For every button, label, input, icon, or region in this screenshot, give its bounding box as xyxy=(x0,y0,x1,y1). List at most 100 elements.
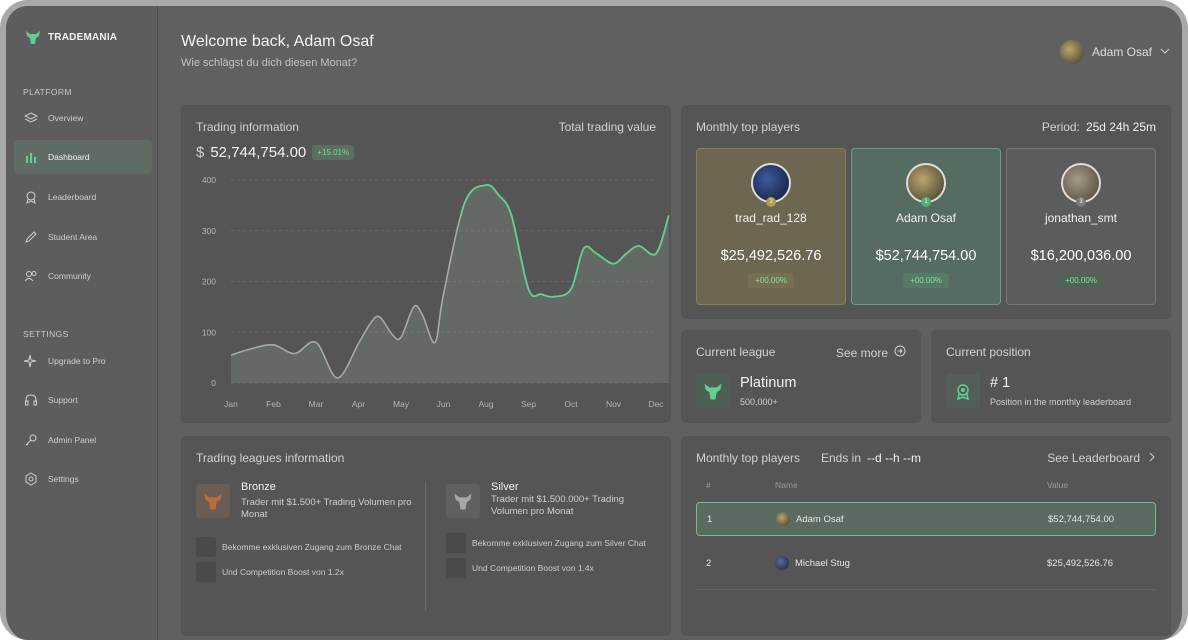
silver-description: Trader mit $1.500.000+ Trading Volumen p… xyxy=(491,494,624,517)
checkbox[interactable] xyxy=(196,562,216,582)
chevron-right-icon xyxy=(1148,451,1156,465)
sidebar-item-upgrade[interactable]: Upgrade to Pro xyxy=(14,344,152,378)
change-badge: +00.00% xyxy=(903,273,949,288)
sidebar-item-overview[interactable]: Overview xyxy=(14,101,152,135)
sidebar-item-leaderboard[interactable]: Leaderboard xyxy=(14,180,152,214)
sidebar-item-label: Community xyxy=(48,271,91,281)
see-leaderboard-link[interactable]: See Leaderboard xyxy=(1047,451,1156,465)
settings-section-label: SETTINGS xyxy=(23,329,69,339)
top-players-card: Monthly top players Period: 25d 24h 25m … xyxy=(681,105,1171,319)
top-players-title: Monthly top players xyxy=(696,120,801,134)
see-more-label: See more xyxy=(835,345,888,360)
sidebar-item-dashboard[interactable]: Dashboard xyxy=(14,140,152,174)
leagues-info-card: Trading leagues information Bronze Trade… xyxy=(181,436,671,636)
current-league-title: Current league xyxy=(696,345,776,359)
header-name: Name xyxy=(775,480,798,490)
x-tick-label: Feb xyxy=(266,399,281,409)
change-badge: +00.00% xyxy=(748,273,794,288)
player-avatar-wrap: 3 xyxy=(1061,163,1101,207)
sidebar-item-label: Overview xyxy=(48,113,84,123)
y-tick-label: 300 xyxy=(202,226,216,236)
checkbox[interactable] xyxy=(446,533,466,553)
player-name: Adam Osaf xyxy=(895,211,957,225)
avatar xyxy=(775,556,789,570)
platform-section-label: PLATFORM xyxy=(23,87,72,97)
league-count: 500,000+ xyxy=(740,397,778,407)
x-tick-label: Apr xyxy=(352,399,365,409)
current-league-card: Current league See more Platinum 500,000… xyxy=(681,330,921,423)
sidebar-item-label: Settings xyxy=(48,474,79,484)
avatar xyxy=(1059,40,1084,64)
player-card[interactable]: 1 Adam Osaf $52,744,754.00 +00.00% xyxy=(851,148,1001,305)
rank-badge: 2 xyxy=(766,197,776,207)
x-tick-label: Jun xyxy=(437,399,451,409)
leaderboard-title: Monthly top players xyxy=(696,451,801,465)
player-value: $52,744,754.00 xyxy=(875,248,977,264)
brand-name: TRADEMANIA xyxy=(48,31,118,43)
row-rank: 2 xyxy=(706,557,712,569)
table-row[interactable]: 1 Adam Osaf $52,744,754.00 xyxy=(696,502,1156,536)
sidebar-item-label: Student Area xyxy=(48,232,98,242)
bronze-perk-1: Bekomme exklusiven Zugang zum Bronze Cha… xyxy=(196,537,402,557)
sidebar-item-admin-panel[interactable]: Admin Panel xyxy=(14,423,152,457)
leaderboard-card: Monthly top players Ends in --d --h --m … xyxy=(681,436,1171,636)
layers-icon xyxy=(24,111,38,125)
sidebar-item-student-area[interactable]: Student Area xyxy=(14,220,152,254)
y-tick-label: 200 xyxy=(202,277,216,287)
x-tick-label: May xyxy=(393,399,410,409)
checkbox[interactable] xyxy=(446,558,466,578)
player-card[interactable]: 2 trad_rad_128 $25,492,526.76 +00.00% xyxy=(696,148,846,305)
bronze-league-icon xyxy=(196,484,230,518)
welcome-title: Welcome back, Adam Osaf xyxy=(181,33,374,50)
checkbox[interactable] xyxy=(196,537,216,557)
x-tick-label: Sep xyxy=(521,399,536,409)
award-icon xyxy=(24,190,38,204)
divider xyxy=(425,481,426,611)
perk-label: Und Competition Boost von 1.4x xyxy=(472,563,594,573)
sparkle-icon xyxy=(24,354,38,368)
x-tick-label: Oct xyxy=(564,399,578,409)
row-name: Adam Osaf xyxy=(796,513,844,525)
silver-name: Silver xyxy=(491,481,519,493)
bronze-name: Bronze xyxy=(241,481,276,493)
y-tick-label: 0 xyxy=(211,378,216,388)
hexagon-gear-icon xyxy=(24,472,38,486)
see-more-link[interactable]: See more xyxy=(836,345,906,360)
sidebar-item-label: Admin Panel xyxy=(48,435,97,445)
rank-badge: 1 xyxy=(921,197,931,207)
divider xyxy=(696,589,1156,590)
current-position-card: Current position # 1 Position in the mon… xyxy=(931,330,1171,423)
header-value: Value xyxy=(1047,480,1069,490)
sidebar-item-settings[interactable]: Settings xyxy=(14,462,152,496)
headset-icon xyxy=(24,393,38,407)
player-card[interactable]: 3 jonathan_smt $16,200,036.00 +00.00% xyxy=(1006,148,1156,305)
trading-info-card: Trading information Total trading value … xyxy=(181,105,671,423)
brand-logo[interactable]: TRADEMANIA xyxy=(24,28,117,46)
row-rank: 1 xyxy=(707,513,713,525)
platinum-league-icon xyxy=(696,374,730,408)
user-name: Adam Osaf xyxy=(1091,45,1152,59)
sidebar-item-community[interactable]: Community xyxy=(14,259,152,293)
sidebar-item-label: Upgrade to Pro xyxy=(48,356,106,366)
period-label: Period: xyxy=(1041,120,1080,134)
ends-value: --d --h --m xyxy=(867,451,922,465)
table-row[interactable]: 2 Michael Stug $25,492,526.76 xyxy=(696,546,1156,580)
sidebar-item-label: Support xyxy=(48,395,78,405)
league-name: Platinum xyxy=(740,375,797,391)
key-icon xyxy=(24,433,38,447)
position-description: Position in the monthly leaderboard xyxy=(990,397,1132,407)
x-tick-label: Mar xyxy=(309,399,324,409)
sidebar-item-support[interactable]: Support xyxy=(14,383,152,417)
leagues-info-title: Trading leagues information xyxy=(196,451,345,465)
bronze-description: Trader mit $1.500+ Trading Volumen pro M… xyxy=(241,497,412,520)
app-window: TRADEMANIA PLATFORM Overview Dashboard L… xyxy=(0,0,1188,640)
sidebar: TRADEMANIA PLATFORM Overview Dashboard L… xyxy=(6,6,158,640)
x-tick-label: Dec xyxy=(648,399,664,409)
silver-perk-1: Bekomme exklusiven Zugang zum Silver Cha… xyxy=(446,533,646,553)
avatar xyxy=(776,512,790,526)
user-menu[interactable]: Adam Osaf xyxy=(1059,40,1170,64)
see-leaderboard-label: See Leaderboard xyxy=(1047,451,1140,465)
period-value: 25d 24h 25m xyxy=(1085,120,1156,134)
silver-league-icon xyxy=(446,484,480,518)
player-name: trad_rad_128 xyxy=(735,211,807,225)
